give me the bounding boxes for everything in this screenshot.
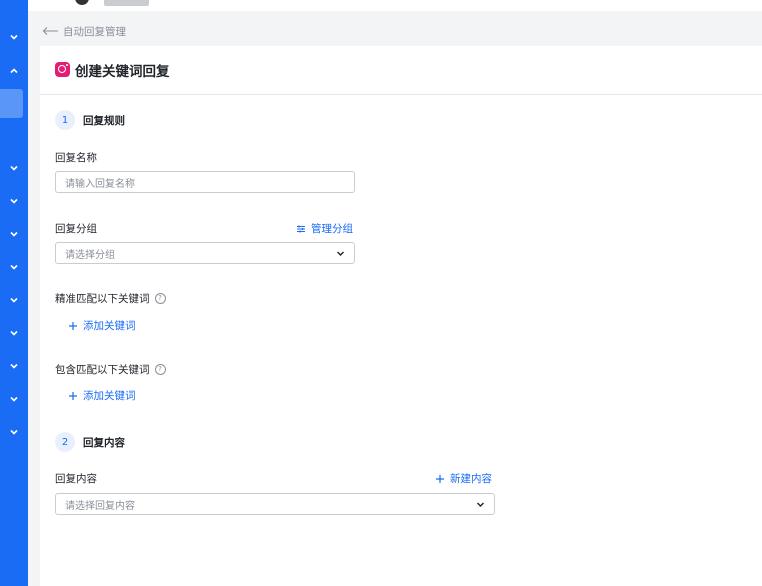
exact-match-add-link[interactable]: 添加关键词	[68, 318, 136, 333]
step-number: 2	[55, 432, 75, 452]
new-content-text[interactable]: 新建内容	[450, 471, 492, 486]
reply-content-label: 回复内容	[55, 471, 97, 486]
page-title: 创建关键词回复	[75, 64, 170, 80]
sidebar-item-3[interactable]	[0, 158, 28, 178]
sidebar-item-1[interactable]	[0, 27, 28, 47]
reply-content-label-text: 回复内容	[55, 473, 97, 485]
sidebar-item-10[interactable]	[0, 389, 28, 409]
breadcrumb-label[interactable]: 自动回复管理	[63, 24, 126, 39]
manage-group-link[interactable]: 管理分组	[296, 221, 353, 236]
plus-icon	[436, 474, 444, 483]
exact-match-add-text[interactable]: 添加关键词	[83, 318, 136, 333]
plus-icon	[69, 391, 77, 400]
step-number: 1	[55, 110, 75, 130]
chevron-down-icon	[10, 396, 18, 402]
sidebar-item-6[interactable]	[0, 257, 28, 277]
reply-content-placeholder: 请选择回复内容	[65, 500, 135, 512]
chevron-down-icon	[10, 363, 18, 369]
account-tag	[104, 0, 149, 6]
step-2: 2 回复内容	[55, 432, 125, 452]
sidebar-item-4[interactable]	[0, 191, 28, 211]
chevron-up-icon	[10, 68, 18, 74]
contains-match-label: 包含匹配以下关键词 ?	[55, 362, 166, 377]
reply-group-placeholder: 请选择分组	[65, 249, 115, 261]
chevron-down-icon	[337, 251, 344, 256]
sidebar	[0, 0, 28, 586]
avatar[interactable]	[75, 0, 89, 5]
reply-name-input[interactable]: 请输入回复名称	[55, 171, 355, 193]
card-header: 创建关键词回复	[40, 46, 762, 95]
sidebar-item-8[interactable]	[0, 323, 28, 343]
contains-match-add-link[interactable]: 添加关键词	[68, 388, 136, 403]
breadcrumb[interactable]: 自动回复管理	[42, 23, 126, 39]
sidebar-item-7[interactable]	[0, 290, 28, 310]
chevron-down-icon	[10, 165, 18, 171]
reply-group-label-text: 回复分组	[55, 223, 97, 235]
help-icon[interactable]: ?	[154, 293, 166, 304]
new-content-link[interactable]: 新建内容	[435, 471, 492, 486]
sliders-icon	[297, 225, 305, 232]
reply-content-select[interactable]: 请选择回复内容	[55, 493, 495, 515]
plus-icon	[69, 321, 77, 330]
step-title: 回复规则	[83, 114, 125, 127]
manage-group-text[interactable]: 管理分组	[311, 221, 353, 236]
chevron-down-icon	[477, 502, 484, 507]
exact-match-label: 精准匹配以下关键词 ?	[55, 291, 166, 306]
form-card: 创建关键词回复 1 回复规则 回复名称 请输入回复名称 回复分组 管理分组 请选…	[40, 46, 762, 586]
chevron-down-icon	[10, 297, 18, 303]
sidebar-item-2[interactable]	[0, 61, 28, 81]
chevron-down-icon	[10, 198, 18, 204]
chevron-down-icon	[10, 34, 18, 40]
sidebar-active-item[interactable]	[0, 89, 23, 118]
contains-match-label-text: 包含匹配以下关键词	[55, 364, 150, 376]
arrow-left-icon	[42, 27, 58, 35]
sidebar-item-9[interactable]	[0, 356, 28, 376]
reply-name-label-text: 回复名称	[55, 152, 97, 164]
reply-group-select[interactable]: 请选择分组	[55, 242, 355, 264]
sidebar-item-11[interactable]	[0, 422, 28, 442]
exact-match-label-text: 精准匹配以下关键词	[55, 293, 150, 305]
sidebar-item-5[interactable]	[0, 224, 28, 244]
contains-match-add-text[interactable]: 添加关键词	[83, 388, 136, 403]
chevron-down-icon	[10, 429, 18, 435]
chevron-down-icon	[10, 231, 18, 237]
instagram-icon	[55, 62, 70, 77]
step-1: 1 回复规则	[55, 110, 125, 130]
reply-name-label: 回复名称	[55, 150, 97, 165]
chevron-down-icon	[10, 264, 18, 270]
chevron-down-icon	[10, 330, 18, 336]
top-bar	[28, 0, 762, 11]
reply-name-placeholder: 请输入回复名称	[65, 178, 135, 190]
reply-group-label: 回复分组	[55, 221, 97, 236]
help-icon[interactable]: ?	[154, 364, 166, 375]
step-title: 回复内容	[83, 436, 125, 449]
